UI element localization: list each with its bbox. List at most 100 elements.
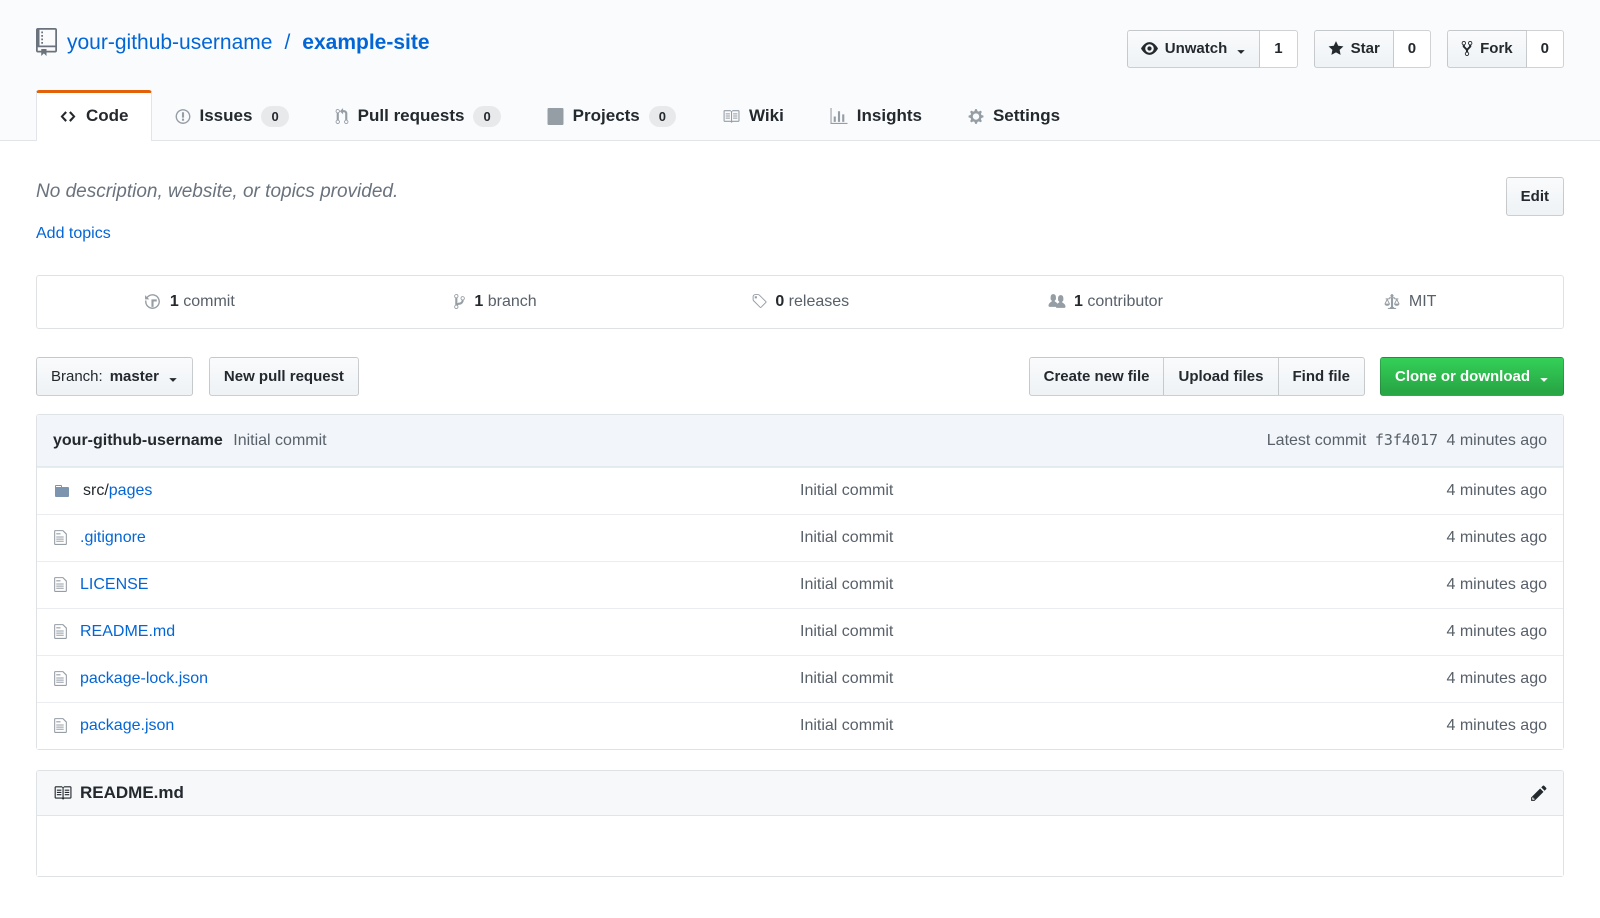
contributors-count: 1 bbox=[1074, 293, 1083, 310]
releases-stat[interactable]: 0 releases bbox=[647, 276, 952, 328]
tab-pull-requests[interactable]: Pull requests 0 bbox=[312, 90, 524, 141]
git-branch-icon bbox=[453, 293, 470, 310]
file-link[interactable]: LICENSE bbox=[80, 576, 148, 594]
eye-icon bbox=[1141, 39, 1158, 59]
file-icon bbox=[53, 576, 68, 594]
contributors-stat[interactable]: 1 contributor bbox=[953, 276, 1258, 328]
file-link[interactable]: package.json bbox=[80, 717, 174, 735]
branch-select-button[interactable]: Branch: master bbox=[36, 357, 193, 397]
row-commit-message-link[interactable]: Initial commit bbox=[800, 623, 893, 640]
commits-stat[interactable]: 1 commit bbox=[37, 276, 342, 328]
commits-count: 1 bbox=[170, 293, 179, 310]
readme-book-icon bbox=[53, 783, 72, 803]
row-age: 4 minutes ago bbox=[1377, 670, 1547, 688]
releases-count: 0 bbox=[775, 293, 784, 310]
star-icon bbox=[1328, 39, 1344, 59]
file-icon bbox=[53, 670, 68, 688]
find-file-button[interactable]: Find file bbox=[1278, 357, 1366, 397]
license-label: MIT bbox=[1409, 293, 1437, 310]
projects-icon bbox=[547, 106, 564, 126]
star-button[interactable]: Star bbox=[1314, 30, 1394, 68]
tab-insights[interactable]: Insights bbox=[807, 90, 945, 141]
file-icon bbox=[53, 529, 68, 547]
caret-down-icon bbox=[1236, 39, 1246, 59]
add-topics-link[interactable]: Add topics bbox=[36, 225, 111, 243]
commit-message-link[interactable]: Initial commit bbox=[233, 432, 326, 449]
unwatch-button[interactable]: Unwatch bbox=[1127, 30, 1261, 68]
law-icon bbox=[1384, 293, 1404, 310]
file-row-license: LICENSE Initial commit 4 minutes ago bbox=[37, 561, 1563, 608]
fork-label: Fork bbox=[1480, 39, 1513, 59]
tab-settings-label: Settings bbox=[993, 106, 1060, 126]
tab-pull-requests-label: Pull requests bbox=[358, 106, 465, 126]
file-link[interactable]: .gitignore bbox=[80, 529, 146, 547]
forks-count[interactable]: 0 bbox=[1527, 30, 1564, 68]
commit-author-link[interactable]: your-github-username bbox=[53, 432, 223, 449]
commits-label: commit bbox=[183, 293, 235, 310]
branches-label: branch bbox=[488, 293, 537, 310]
file-icon bbox=[53, 717, 68, 735]
repo-stats-bar: 1 commit 1 branch 0 releases 1 contribut… bbox=[36, 275, 1564, 329]
unwatch-label: Unwatch bbox=[1165, 39, 1228, 59]
contributors-label: contributor bbox=[1087, 293, 1163, 310]
projects-counter: 0 bbox=[649, 106, 676, 127]
tab-projects-label: Projects bbox=[573, 106, 640, 126]
file-link[interactable]: README.md bbox=[80, 623, 175, 641]
row-age: 4 minutes ago bbox=[1377, 717, 1547, 735]
fork-button[interactable]: Fork bbox=[1447, 30, 1527, 68]
star-label: Star bbox=[1351, 39, 1380, 59]
settings-icon bbox=[968, 106, 984, 126]
file-actions-group: Create new file Upload files Find file bbox=[1029, 357, 1365, 397]
releases-label: releases bbox=[789, 293, 849, 310]
tab-wiki[interactable]: Wiki bbox=[699, 90, 807, 141]
directory-link[interactable]: pages bbox=[109, 482, 153, 499]
code-icon bbox=[59, 106, 77, 126]
upload-files-button[interactable]: Upload files bbox=[1163, 357, 1278, 397]
new-pull-request-button[interactable]: New pull request bbox=[209, 357, 359, 397]
repo-tabs: Code Issues 0 Pull requests 0 P bbox=[36, 90, 1564, 140]
pencil-icon[interactable] bbox=[1531, 783, 1547, 803]
row-commit-message-link[interactable]: Initial commit bbox=[800, 576, 893, 593]
edit-description-button[interactable]: Edit bbox=[1506, 177, 1564, 217]
branches-count: 1 bbox=[474, 293, 483, 310]
clone-or-download-button[interactable]: Clone or download bbox=[1380, 357, 1564, 397]
repo-name-link[interactable]: example-site bbox=[302, 31, 429, 55]
license-stat[interactable]: MIT bbox=[1258, 276, 1563, 328]
branches-stat[interactable]: 1 branch bbox=[342, 276, 647, 328]
row-commit-message-link[interactable]: Initial commit bbox=[800, 670, 893, 687]
file-row-package-json: package.json Initial commit 4 minutes ag… bbox=[37, 702, 1563, 749]
latest-commit-label: Latest commit bbox=[1267, 432, 1367, 449]
row-age: 4 minutes ago bbox=[1377, 576, 1547, 594]
commit-time: 4 minutes ago bbox=[1446, 432, 1547, 449]
tab-issues[interactable]: Issues 0 bbox=[152, 90, 312, 141]
tab-settings[interactable]: Settings bbox=[945, 90, 1083, 141]
file-row-package-lock: package-lock.json Initial commit 4 minut… bbox=[37, 655, 1563, 702]
file-row-gitignore: .gitignore Initial commit 4 minutes ago bbox=[37, 514, 1563, 561]
commit-sha-link[interactable]: f3f4017 bbox=[1375, 431, 1438, 449]
issues-counter: 0 bbox=[261, 106, 288, 127]
watchers-count[interactable]: 1 bbox=[1260, 30, 1297, 68]
tab-code[interactable]: Code bbox=[36, 90, 152, 141]
history-icon bbox=[144, 293, 165, 310]
row-commit-message-link[interactable]: Initial commit bbox=[800, 482, 893, 499]
tab-projects[interactable]: Projects 0 bbox=[524, 90, 699, 141]
caret-down-icon bbox=[1539, 367, 1549, 387]
clone-or-download-label: Clone or download bbox=[1395, 367, 1530, 387]
row-commit-message-link[interactable]: Initial commit bbox=[800, 717, 893, 734]
pull-request-icon bbox=[335, 106, 349, 126]
file-link[interactable]: package-lock.json bbox=[80, 670, 208, 688]
file-icon bbox=[53, 623, 68, 641]
row-age: 4 minutes ago bbox=[1377, 623, 1547, 641]
stargazers-count[interactable]: 0 bbox=[1394, 30, 1431, 68]
create-new-file-button[interactable]: Create new file bbox=[1029, 357, 1165, 397]
tab-wiki-label: Wiki bbox=[749, 106, 784, 126]
tab-issues-label: Issues bbox=[200, 106, 253, 126]
repo-description: No description, website, or topics provi… bbox=[36, 181, 398, 203]
latest-commit-bar: your-github-username Initial commit Late… bbox=[37, 415, 1563, 467]
tag-icon bbox=[751, 293, 771, 310]
repo-owner-link[interactable]: your-github-username bbox=[67, 31, 272, 55]
row-commit-message-link[interactable]: Initial commit bbox=[800, 529, 893, 546]
caret-down-icon bbox=[168, 367, 178, 387]
readme-title: README.md bbox=[80, 783, 184, 803]
repo-about-section: No description, website, or topics provi… bbox=[36, 177, 1564, 243]
